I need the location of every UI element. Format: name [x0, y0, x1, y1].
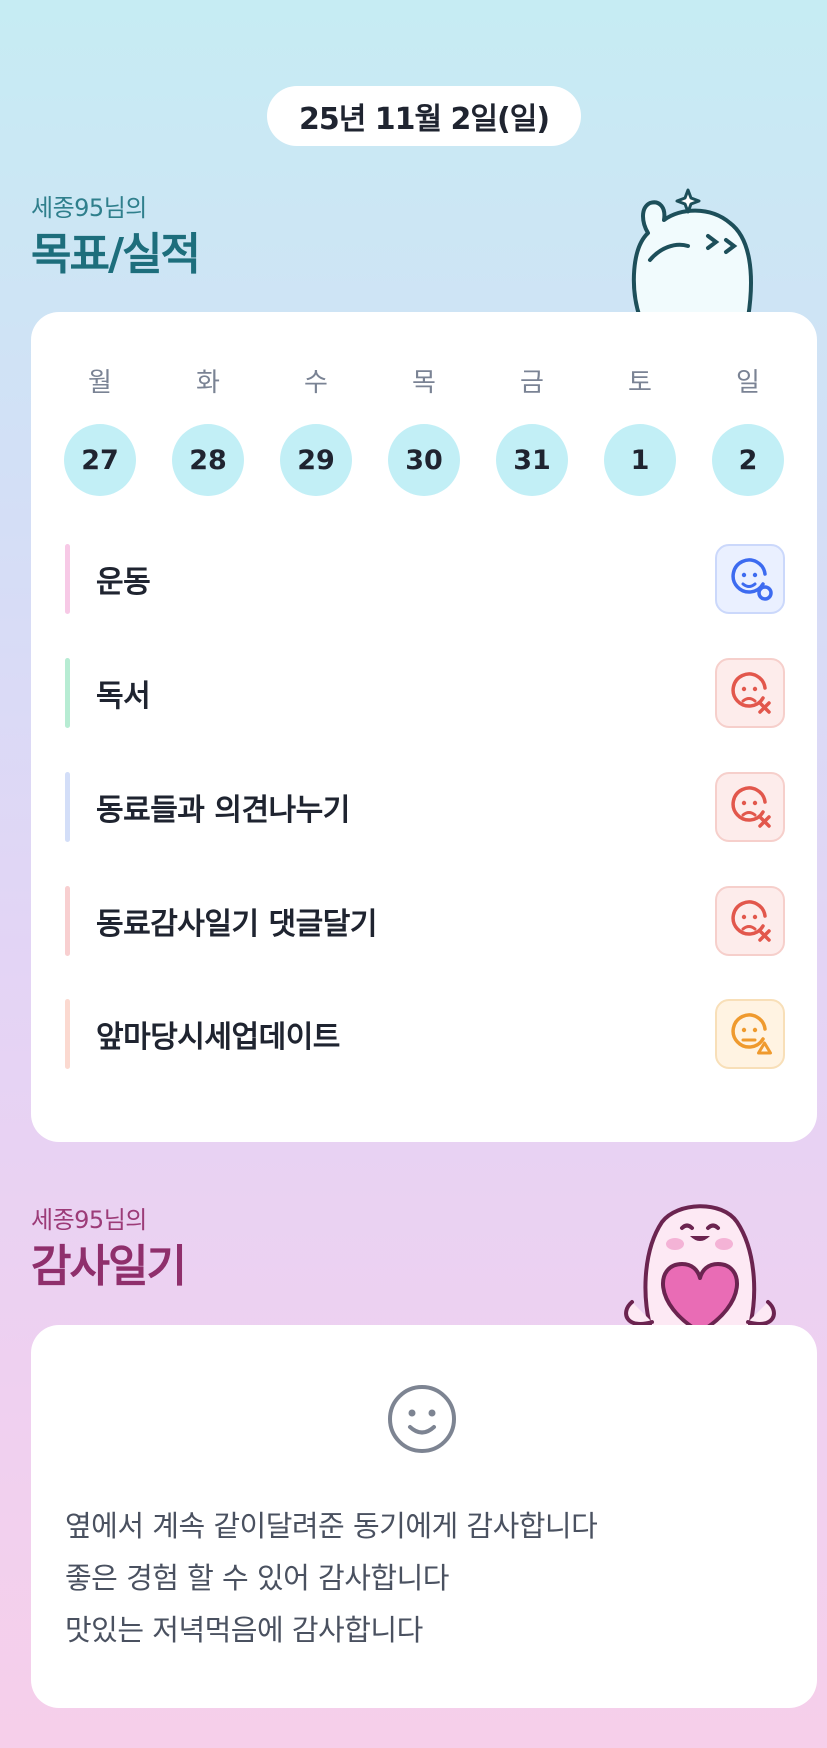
heart-ghost-mascot-icon: [624, 1204, 776, 1332]
status-button[interactable]: [715, 999, 785, 1069]
goal-color-bar: [65, 544, 70, 614]
weekday-label: 월: [88, 368, 112, 398]
day-button[interactable]: 29: [280, 424, 352, 496]
weekday-label: 화: [196, 368, 220, 398]
weekday-label: 금: [520, 368, 544, 398]
gratitude-card: 옆에서 계속 같이달려준 동기에게 감사합니다 좋은 경험 할 수 있어 감사합…: [31, 1325, 817, 1708]
gratitude-entry: 옆에서 계속 같이달려준 동기에게 감사합니다: [65, 1509, 598, 1543]
ghost-mascot-icon: [631, 188, 753, 318]
goal-item[interactable]: 동료들과 의견나누기: [65, 771, 785, 843]
day-button[interactable]: 30: [388, 424, 460, 496]
goals-card: 월 화 수 목 금 토 일 27 28 29 30 31 1 2 운동 독서 동…: [31, 312, 817, 1142]
weekday-label: 토: [628, 368, 652, 398]
date-row: 27 28 29 30 31 1 2: [64, 424, 784, 496]
day-button[interactable]: 28: [172, 424, 244, 496]
status-button[interactable]: [715, 544, 785, 614]
day-button[interactable]: 27: [64, 424, 136, 496]
day-button[interactable]: 1: [604, 424, 676, 496]
goal-color-bar: [65, 886, 70, 956]
gratitude-title: 감사일기: [31, 1241, 187, 1292]
goal-color-bar: [65, 772, 70, 842]
day-button[interactable]: 2: [712, 424, 784, 496]
goal-item[interactable]: 독서: [65, 657, 785, 729]
gratitude-entry: 좋은 경험 할 수 있어 감사합니다: [65, 1561, 449, 1595]
gratitude-entry: 맛있는 저녁먹음에 감사합니다: [65, 1613, 423, 1647]
frown-x-icon: [731, 900, 771, 942]
date-label: 25년 11월 2일(일): [298, 102, 550, 137]
goal-label: 동료들과 의견나누기: [96, 793, 350, 828]
goal-item[interactable]: 운동: [65, 543, 785, 615]
frown-x-icon: [731, 786, 771, 828]
goal-color-bar: [65, 999, 70, 1069]
goal-label: 앞마당시세업데이트: [96, 1020, 340, 1055]
goal-color-bar: [65, 658, 70, 728]
goal-item[interactable]: 동료감사일기 댓글달기: [65, 885, 785, 957]
status-button[interactable]: [715, 772, 785, 842]
goal-label: 독서: [96, 679, 151, 714]
frown-x-icon: [731, 672, 771, 714]
weekday-label: 일: [736, 368, 760, 398]
status-button[interactable]: [715, 658, 785, 728]
date-pill[interactable]: 25년 11월 2일(일): [267, 86, 581, 146]
smile-check-icon: [731, 558, 773, 601]
weekday-row: 월 화 수 목 금 토 일: [64, 362, 784, 399]
goal-label: 운동: [96, 565, 151, 600]
weekday-label: 수: [304, 368, 328, 398]
smile-icon: [388, 1385, 456, 1453]
weekday-label: 목: [412, 368, 436, 398]
goals-title: 목표/실적: [31, 229, 201, 280]
neutral-warning-icon: [731, 1013, 772, 1055]
goal-label: 동료감사일기 댓글달기: [96, 907, 377, 942]
status-button[interactable]: [715, 886, 785, 956]
day-button[interactable]: 31: [496, 424, 568, 496]
goal-item[interactable]: 앞마당시세업데이트: [65, 998, 785, 1070]
